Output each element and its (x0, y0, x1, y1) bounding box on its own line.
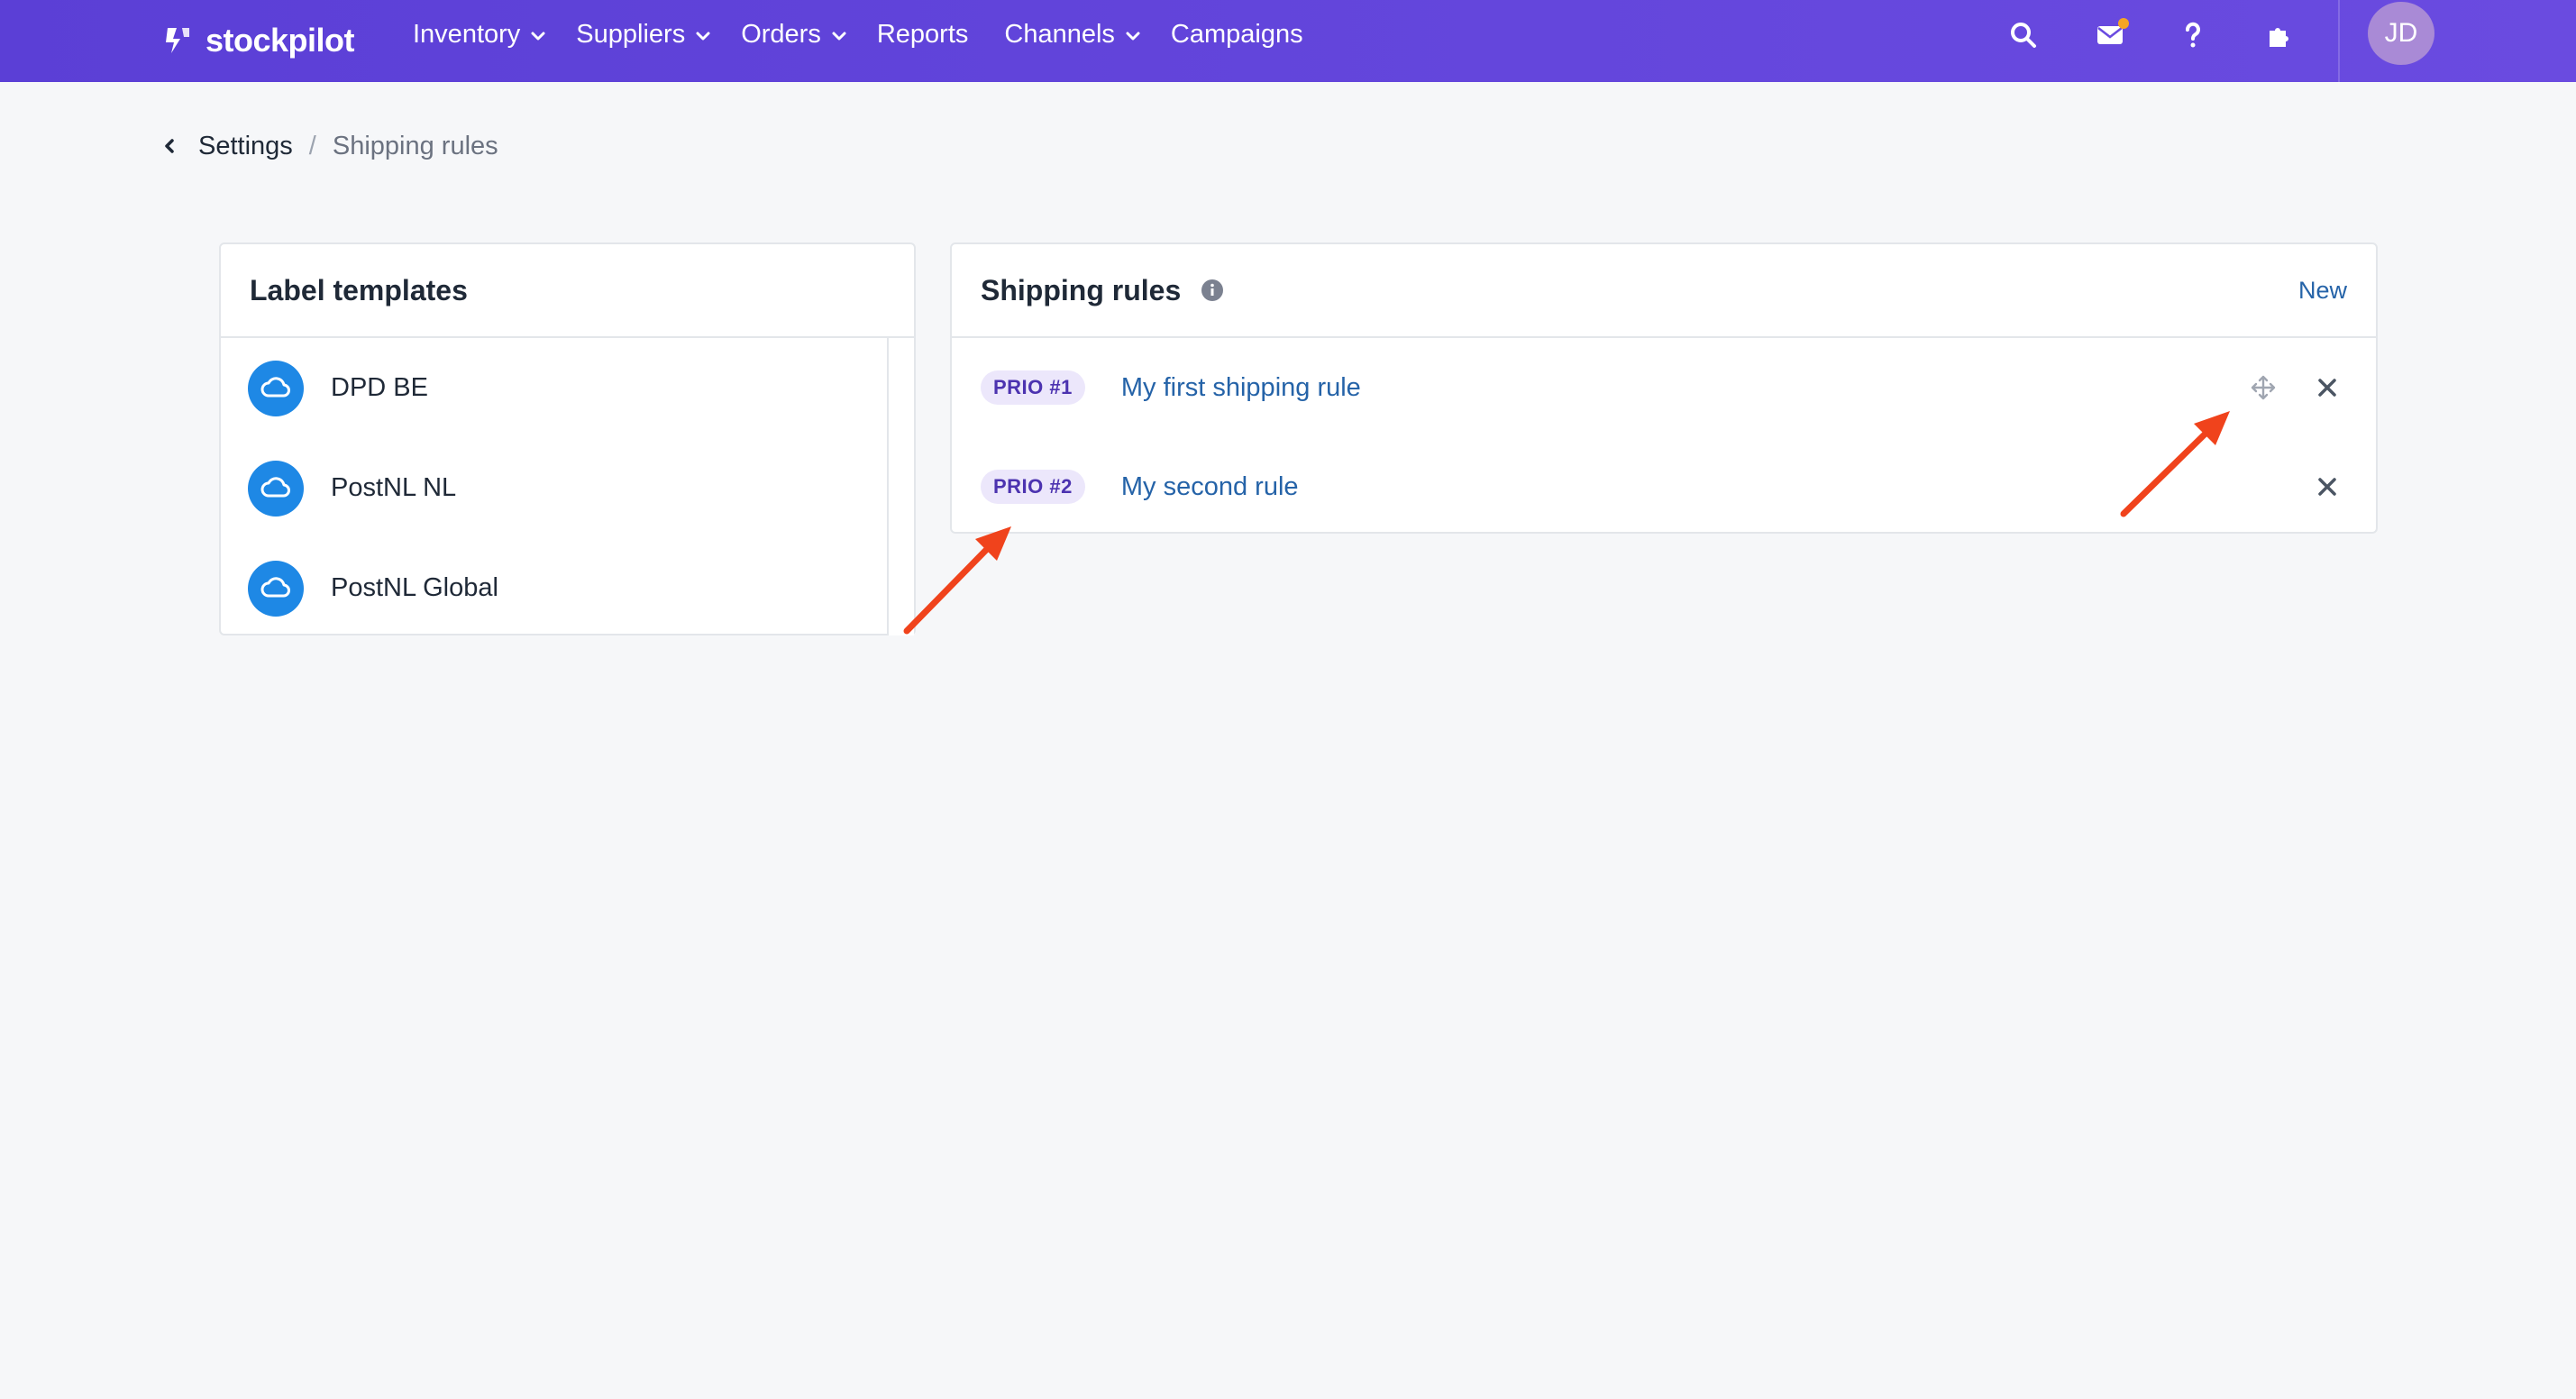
rule-name-link[interactable]: My first shipping rule (1121, 373, 1361, 403)
priority-badge: PRIO #2 (981, 470, 1085, 504)
arrow-to-rules-card-icon (903, 526, 1011, 635)
cloud-icon (248, 560, 304, 617)
notification-dot (2118, 18, 2129, 29)
shipping-rules-card: Shipping rules New PRIO #1 My first ship… (950, 242, 2378, 534)
cloud-icon (248, 360, 304, 416)
annotation-arrows (903, 411, 2230, 635)
mail-icon[interactable] (2095, 18, 2129, 50)
breadcrumb-separator: / (308, 131, 316, 160)
help-icon[interactable] (2178, 20, 2208, 50)
shipping-rules-title: Shipping rules (981, 273, 1182, 306)
breadcrumb: Settings / Shipping rules (160, 128, 498, 164)
breadcrumb-settings-link[interactable]: Settings (198, 132, 293, 161)
new-rule-link[interactable]: New (2298, 277, 2347, 305)
search-icon[interactable] (2008, 20, 2039, 50)
table-row: PRIO #1 My first shipping rule (952, 338, 2376, 437)
rule-name-link[interactable]: My second rule (1121, 472, 1299, 502)
template-label: PostNL Global (331, 573, 498, 602)
priority-badge: PRIO #1 (981, 370, 1085, 405)
breadcrumb-current: Shipping rules (332, 131, 498, 160)
list-item[interactable]: PostNL NL (221, 438, 914, 538)
close-icon[interactable] (2316, 377, 2338, 398)
user-avatar[interactable]: JD (2368, 2, 2434, 65)
scrollbar[interactable] (887, 338, 914, 635)
puzzle-icon[interactable] (2264, 20, 2295, 50)
nav-divider (2338, 0, 2340, 82)
cloud-icon (248, 460, 304, 517)
shipping-rules-header: Shipping rules New (952, 244, 2376, 338)
label-templates-header: Label templates (221, 244, 914, 338)
close-icon[interactable] (2316, 476, 2338, 498)
table-row: PRIO #2 My second rule (952, 437, 2376, 536)
label-templates-list: DPD BE PostNL NL PostNL Global (221, 338, 914, 635)
label-templates-card: Label templates DPD BE PostNL NL PostNL … (219, 242, 916, 635)
info-icon[interactable] (1201, 279, 1224, 302)
template-label: DPD BE (331, 373, 428, 402)
template-label: PostNL NL (331, 473, 457, 502)
nav-utility-icons (0, 0, 2576, 69)
list-item[interactable]: PostNL Global (221, 538, 914, 638)
drag-handle-icon[interactable] (2250, 374, 2277, 401)
top-navigation-bar: stockpilot Inventory Suppliers Orders Re… (0, 0, 2576, 82)
label-templates-title: Label templates (250, 273, 468, 306)
chevron-left-icon[interactable] (160, 137, 178, 155)
list-item[interactable]: DPD BE (221, 338, 914, 438)
